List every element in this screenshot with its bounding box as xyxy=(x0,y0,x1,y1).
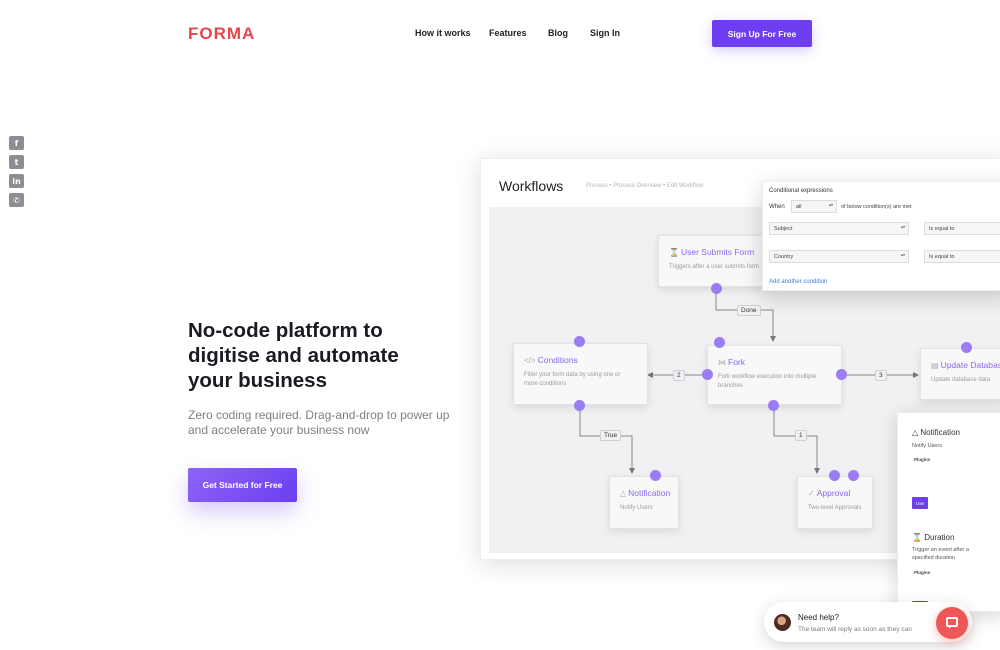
connector-dot[interactable] xyxy=(711,283,722,294)
connector-dot[interactable] xyxy=(961,342,972,353)
conditional-expressions-popup: Conditional expressions When all of belo… xyxy=(762,181,1000,291)
hourglass-icon: ⌛ xyxy=(912,533,922,542)
connector-dot[interactable] xyxy=(829,470,840,481)
node-approval[interactable]: ✓ Approval Two-level Approvals xyxy=(797,476,873,529)
workflows-title: Workflows xyxy=(499,178,564,194)
connector-dot[interactable] xyxy=(714,337,725,348)
panel-duration-desc: Trigger an event after a specified durat… xyxy=(912,547,969,561)
breadcrumb: Process • Process Overview • Edit Workfl… xyxy=(586,183,704,189)
chat-launcher-button[interactable] xyxy=(936,607,968,639)
forma-logo[interactable]: FORMA xyxy=(188,24,255,44)
chat-subtitle: The team will reply as soon as they can xyxy=(798,626,912,633)
node-update-database[interactable]: ▤Update Database Update database data xyxy=(920,348,1000,400)
field-select-country[interactable]: Country xyxy=(769,250,909,263)
connector-dot[interactable] xyxy=(702,369,713,380)
node-fork[interactable]: ⋈ Fork Fork workflow execution into multi… xyxy=(707,345,842,405)
connector-dot[interactable] xyxy=(848,470,859,481)
panel-notification-desc: Notify Users xyxy=(912,443,942,449)
edge-label-3: 3 xyxy=(875,370,887,381)
hourglass-icon: ⌛ xyxy=(669,248,679,257)
connector-dot[interactable] xyxy=(768,400,779,411)
edge-label-2: 2 xyxy=(673,370,685,381)
edge-label-1: 1 xyxy=(795,430,807,441)
connector-dot[interactable] xyxy=(574,336,585,347)
panel-duration-title: ⌛ Duration xyxy=(912,533,955,542)
when-suffix: of below condition(s) are met xyxy=(841,204,912,210)
panel-duration-tag: Plugins xyxy=(914,570,931,575)
sign-up-button[interactable]: Sign Up For Free xyxy=(712,20,812,47)
database-icon: ▤ xyxy=(931,361,939,370)
conditional-title: Conditional expressions xyxy=(769,188,833,194)
chat-title: Need help? xyxy=(798,613,839,622)
connector-dot[interactable] xyxy=(836,369,847,380)
nav-sign-in[interactable]: Sign In xyxy=(590,28,620,38)
edge-label-done: Done xyxy=(737,305,761,316)
linkedin-icon[interactable]: in xyxy=(9,174,24,188)
panel-notification-tag: Plugins xyxy=(914,457,931,462)
chat-bubble-icon xyxy=(946,617,958,629)
code-icon: </> xyxy=(524,356,536,365)
whatsapp-icon[interactable]: ✆ xyxy=(9,193,24,207)
fork-icon: ⋈ xyxy=(718,358,726,367)
avatar xyxy=(774,614,791,631)
bell-icon: △ xyxy=(620,489,627,498)
connector-dot[interactable] xyxy=(574,400,585,411)
nav-blog[interactable]: Blog xyxy=(548,28,568,38)
social-share-bar: f t in ✆ xyxy=(9,136,24,207)
nav-how-it-works[interactable]: How it works xyxy=(415,28,471,38)
hero-subtitle: Zero coding required. Drag-and-drop to p… xyxy=(188,408,450,437)
connector-dot[interactable] xyxy=(650,470,661,481)
add-condition-link[interactable]: Add another condition xyxy=(769,279,827,285)
bell-icon: △ xyxy=(912,428,919,437)
when-label: When xyxy=(769,204,785,210)
operator-select-1[interactable]: Is equal to xyxy=(924,222,1000,235)
operator-select-2[interactable]: Is equal to xyxy=(924,250,1000,263)
node-user-submits-form[interactable]: ⌛ User Submits Form Triggers after a user… xyxy=(658,235,778,287)
hero-title: No-code platform to digitise and automat… xyxy=(188,319,399,392)
check-icon: ✓ xyxy=(808,489,815,498)
node-notification[interactable]: △ Notification Notify Users xyxy=(609,476,679,529)
panel-notification-title: △ Notification xyxy=(912,428,960,437)
plugin-panel: △ Notification Notify Users Plugins Use … xyxy=(897,412,1000,612)
edge-label-true: True xyxy=(600,430,622,441)
nav-features[interactable]: Features xyxy=(489,28,527,38)
get-started-button[interactable]: Get Started for Free xyxy=(188,468,297,502)
twitter-icon[interactable]: t xyxy=(9,155,24,169)
node-conditions[interactable]: </> Conditions Filter your form data by u… xyxy=(513,343,648,405)
use-button[interactable]: Use xyxy=(912,497,928,509)
field-select-subject[interactable]: Subject xyxy=(769,222,909,235)
facebook-icon[interactable]: f xyxy=(9,136,24,150)
when-select[interactable]: all xyxy=(791,200,837,213)
